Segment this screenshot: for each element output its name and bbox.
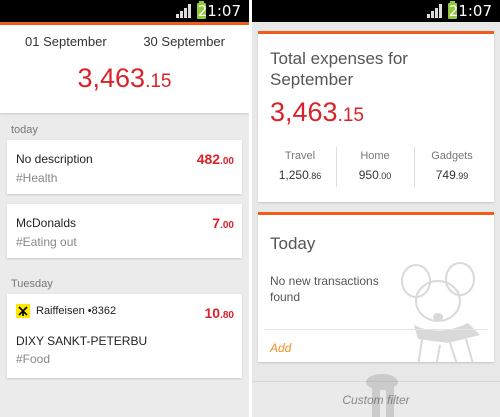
transaction-card[interactable]: Raiffeisen •8362 10.80 DIXY SANKT-PETERB… bbox=[7, 294, 242, 378]
category-value-dec: .86 bbox=[308, 171, 322, 181]
status-bar: 21:07 bbox=[252, 0, 500, 22]
category-value: 950.00 bbox=[337, 168, 413, 182]
transaction-card[interactable]: No description #Health 482.00 bbox=[7, 140, 242, 194]
summary-title: Total expenses for September bbox=[270, 49, 408, 89]
transaction-amount-dec: .00 bbox=[220, 156, 234, 167]
period-total-dec: .15 bbox=[145, 71, 172, 92]
period-total: 3,463.15 bbox=[0, 63, 249, 94]
summary-total: 3,463.15 bbox=[270, 97, 364, 128]
today-card: Today No new transactions found Add bbox=[258, 212, 494, 362]
status-time: 21:07 bbox=[448, 2, 492, 20]
signal-icon bbox=[176, 4, 191, 18]
category-value-int: 950 bbox=[358, 168, 379, 182]
category-value: 749.99 bbox=[414, 168, 490, 182]
transaction-category: #Food bbox=[16, 352, 51, 366]
transaction-amount-int: 482 bbox=[196, 151, 221, 167]
category-name: Gadgets bbox=[431, 150, 473, 162]
period-card[interactable]: 01 September 30 September 3,463.15 bbox=[0, 25, 249, 113]
signal-icon bbox=[427, 4, 442, 18]
transaction-amount: 10.80 bbox=[205, 305, 234, 323]
transaction-amount-int: 10 bbox=[204, 305, 221, 321]
mascot-illustration bbox=[401, 262, 480, 362]
right-screen: 21:07 Total expenses for September 3,463… bbox=[252, 0, 500, 417]
transaction-amount: 482.00 bbox=[197, 151, 234, 169]
today-divider bbox=[264, 329, 488, 330]
transaction-category: #Health bbox=[16, 171, 58, 185]
period-end-date[interactable]: 30 September bbox=[143, 34, 225, 49]
category-name: Home bbox=[360, 150, 390, 162]
summary-total-int: 3,463 bbox=[270, 97, 338, 127]
category-value-int: 1,250 bbox=[278, 168, 309, 182]
period-start-date[interactable]: 01 September bbox=[25, 34, 107, 49]
status-bar: 21:07 bbox=[0, 0, 249, 22]
transaction-title: McDonalds bbox=[16, 216, 77, 230]
transaction-amount: 7.00 bbox=[212, 215, 234, 233]
today-title: Today bbox=[270, 234, 316, 253]
transaction-amount-int: 7 bbox=[212, 215, 221, 231]
category-value-dec: .00 bbox=[378, 171, 392, 181]
status-time: 21:07 bbox=[197, 2, 241, 20]
category-name: Travel bbox=[284, 150, 316, 162]
bank-account-name: Raiffeisen •8362 bbox=[36, 305, 117, 317]
category-value-int: 749 bbox=[435, 168, 456, 182]
transaction-amount-dec: .00 bbox=[220, 220, 234, 231]
group-label-today: today bbox=[11, 124, 38, 136]
summary-total-dec: .15 bbox=[337, 105, 364, 126]
period-total-int: 3,463 bbox=[77, 63, 146, 93]
add-transaction-link[interactable]: Add bbox=[270, 341, 291, 355]
category-home[interactable]: Home 950.00 bbox=[337, 150, 413, 182]
transaction-title: DIXY SANKT-PETERBU bbox=[16, 334, 148, 348]
left-screen: 21:07 01 September 30 September 3,463.15… bbox=[0, 0, 249, 417]
category-value-dec: .99 bbox=[455, 171, 469, 181]
transaction-category: #Eating out bbox=[16, 235, 77, 249]
category-travel[interactable]: Travel 1,250.86 bbox=[262, 150, 338, 182]
transaction-amount-dec: .80 bbox=[220, 310, 234, 321]
transaction-title: No description bbox=[16, 152, 93, 166]
summary-card[interactable]: Total expenses for September 3,463.15 Tr… bbox=[258, 31, 494, 202]
mascot-feet-illustration bbox=[366, 374, 398, 417]
transaction-card[interactable]: McDonalds #Eating out 7.00 bbox=[7, 204, 242, 258]
category-gadgets[interactable]: Gadgets 749.99 bbox=[414, 150, 490, 182]
group-label-tuesday: Tuesday bbox=[11, 278, 53, 290]
raiffeisen-logo-icon bbox=[16, 304, 30, 318]
category-value: 1,250.86 bbox=[262, 168, 338, 182]
